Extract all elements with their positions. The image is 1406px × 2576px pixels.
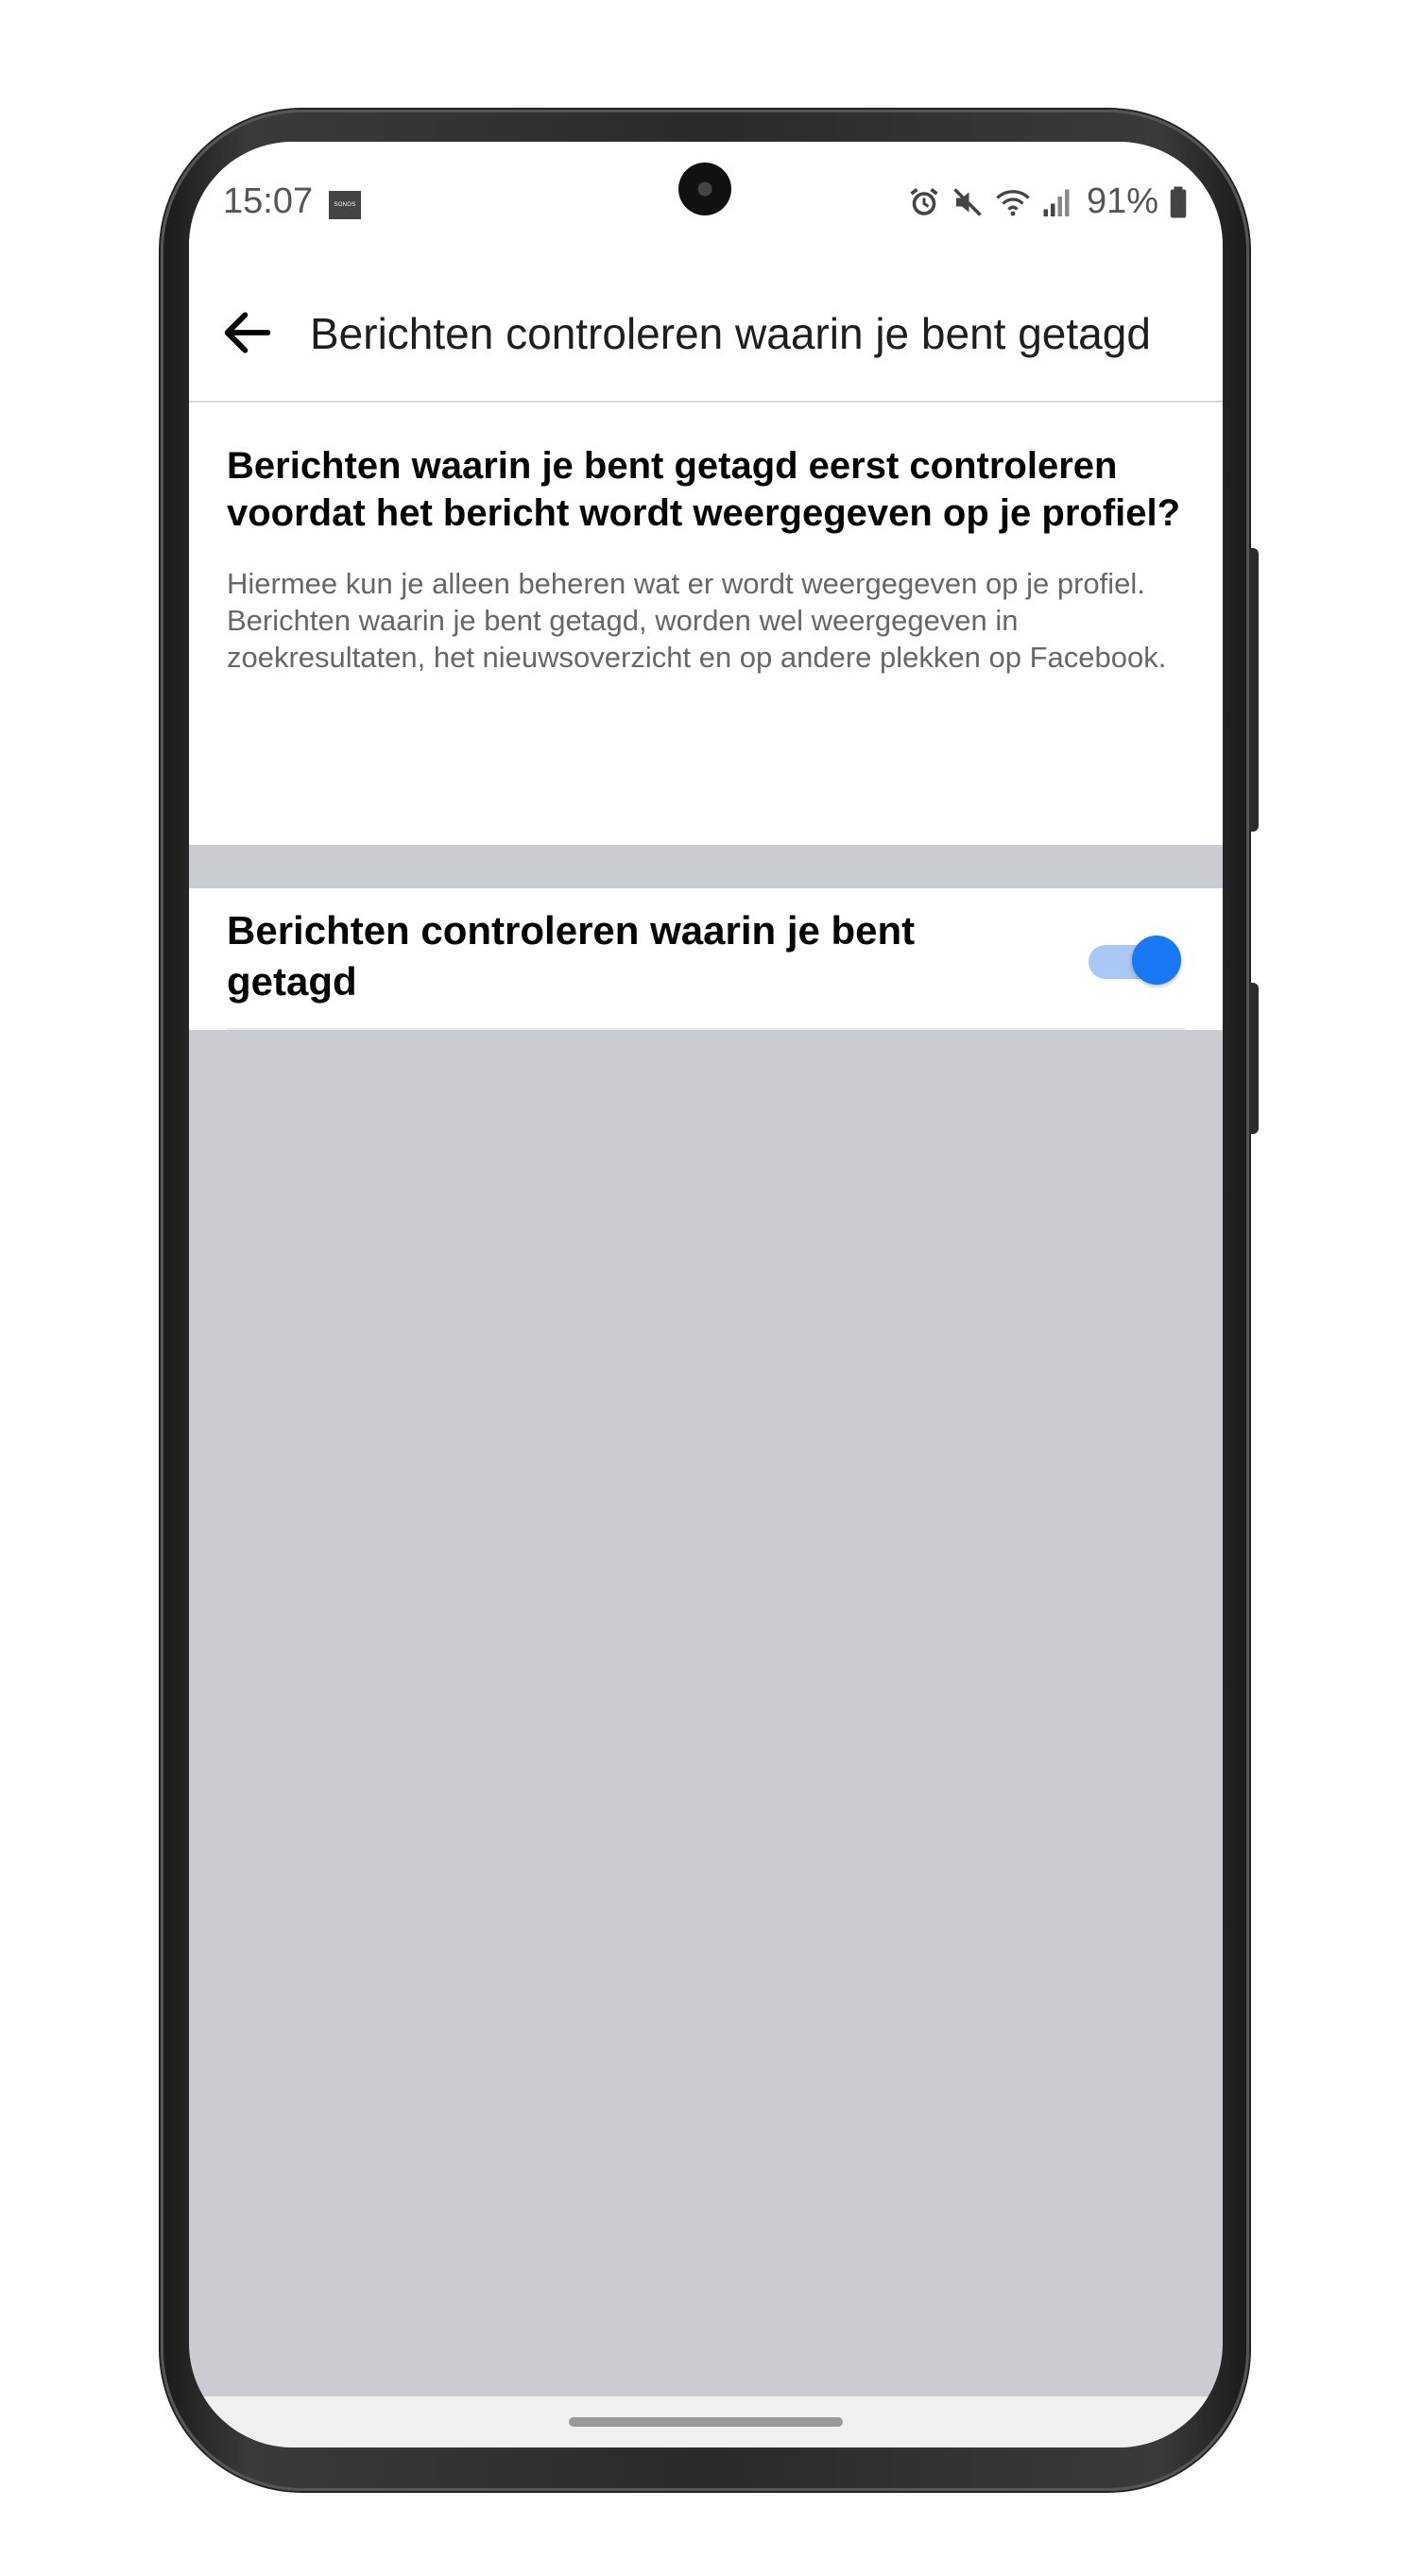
app-header: Berichten controleren waarin je bent get… bbox=[189, 265, 1223, 403]
wifi-icon bbox=[996, 189, 1030, 215]
volume-button bbox=[1249, 548, 1259, 832]
setting-row-review-tags[interactable]: Berichten controleren waarin je bent get… bbox=[189, 888, 1223, 1030]
alarm-icon bbox=[910, 187, 938, 215]
mute-icon bbox=[953, 187, 982, 216]
section-divider bbox=[189, 845, 1223, 888]
home-indicator[interactable] bbox=[569, 2417, 843, 2427]
back-arrow-icon[interactable] bbox=[217, 302, 278, 363]
status-time: 15:07 bbox=[223, 181, 314, 221]
status-bar: 15:07 SONOS 91% bbox=[189, 142, 1223, 265]
battery-percentage: 91% bbox=[1086, 181, 1158, 221]
status-icons: 91% bbox=[907, 181, 1189, 222]
info-section: Berichten waarin je bent getagd eerst co… bbox=[189, 403, 1223, 845]
front-camera bbox=[678, 163, 731, 215]
info-heading: Berichten waarin je bent getagd eerst co… bbox=[227, 445, 1181, 534]
system-nav-bar bbox=[189, 2396, 1223, 2447]
setting-label: Berichten controleren waarin je bent get… bbox=[227, 908, 916, 1004]
page-title: Berichten controleren waarin je bent get… bbox=[310, 309, 1151, 358]
signal-icon bbox=[1043, 189, 1070, 216]
row-divider bbox=[227, 1028, 1185, 1030]
phone-screen: 15:07 SONOS 91% Berichten controleren wa… bbox=[189, 142, 1223, 2447]
power-button bbox=[1249, 983, 1259, 1134]
sonos-icon: SONOS bbox=[329, 191, 361, 219]
toggle-knob bbox=[1132, 936, 1181, 985]
battery-icon bbox=[1170, 186, 1187, 217]
info-description: Hiermee kun je alleen beheren wat er wor… bbox=[227, 567, 1167, 674]
review-tags-toggle[interactable] bbox=[1089, 934, 1181, 987]
